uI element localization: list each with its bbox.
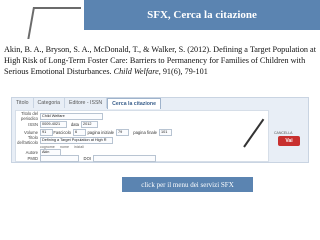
citation-tail: , 91(6), 79-101 <box>158 67 208 76</box>
nome-label: nome <box>60 145 69 149</box>
tab-cerca-citazione[interactable]: Cerca la citazione <box>107 98 161 109</box>
iniziali-label: iniziali <box>74 145 84 149</box>
tab-editore-issn[interactable]: Editore - ISSN <box>65 98 108 108</box>
cancella-link[interactable]: CANCELLA <box>274 131 292 135</box>
decorative-rule <box>33 7 81 9</box>
titolo-articolo-label: Titolo dell'articolo <box>17 135 38 145</box>
tab-categoria[interactable]: Categoria <box>34 98 65 108</box>
doi-field[interactable] <box>93 154 156 162</box>
pagina-iniziale-field[interactable]: 79 <box>116 128 129 136</box>
citation-form: Titolo del periodico Child Welfare ISSN … <box>15 110 269 162</box>
slide-title: SFX, Cerca la citazione <box>147 9 257 21</box>
decorative-diagonal <box>27 7 35 39</box>
citation-journal: Child Welfare <box>113 67 159 76</box>
pagina-iniziale-label: pagina iniziale <box>87 129 114 135</box>
fascicolo-label: Fascicolo <box>53 129 71 135</box>
tip-text: click per il menu dei servizi SFX <box>141 180 234 189</box>
data-label: data <box>70 121 79 127</box>
volume-field[interactable]: 91 <box>40 128 53 136</box>
pagina-finale-label: pagina finale <box>133 129 157 135</box>
vai-button[interactable]: Vai <box>278 136 300 146</box>
citation-text: Akin, B. A., Bryson, S. A., McDonald, T.… <box>4 44 320 77</box>
pagina-finale-field[interactable]: 101 <box>159 128 172 136</box>
pmid-label: PMID <box>27 155 38 161</box>
volume-label: Volume <box>24 129 38 135</box>
pmid-field[interactable] <box>40 154 79 162</box>
titolo-articolo-field[interactable]: Defining a Target Population at High R <box>40 136 113 144</box>
tab-titolo[interactable]: Titolo <box>12 98 34 108</box>
data-field[interactable]: 2012 <box>81 120 98 128</box>
issn-field[interactable]: 0009-4021 <box>40 120 67 128</box>
fascicolo-field[interactable]: 6 <box>73 128 86 136</box>
periodico-label: Titolo del periodico <box>21 111 38 121</box>
doi-label: DOI <box>83 155 91 161</box>
autore-label: Autore <box>25 149 38 155</box>
issn-label: ISSN <box>28 121 38 127</box>
search-tabs: Titolo Categoria Editore - ISSN Cerca la… <box>12 98 308 109</box>
periodico-field[interactable]: Child Welfare <box>40 112 103 120</box>
sfx-search-screenshot: Titolo Categoria Editore - ISSN Cerca la… <box>11 97 309 163</box>
slide-title-bar: SFX, Cerca la citazione <box>84 0 320 30</box>
tip-box: click per il menu dei servizi SFX <box>122 177 253 192</box>
